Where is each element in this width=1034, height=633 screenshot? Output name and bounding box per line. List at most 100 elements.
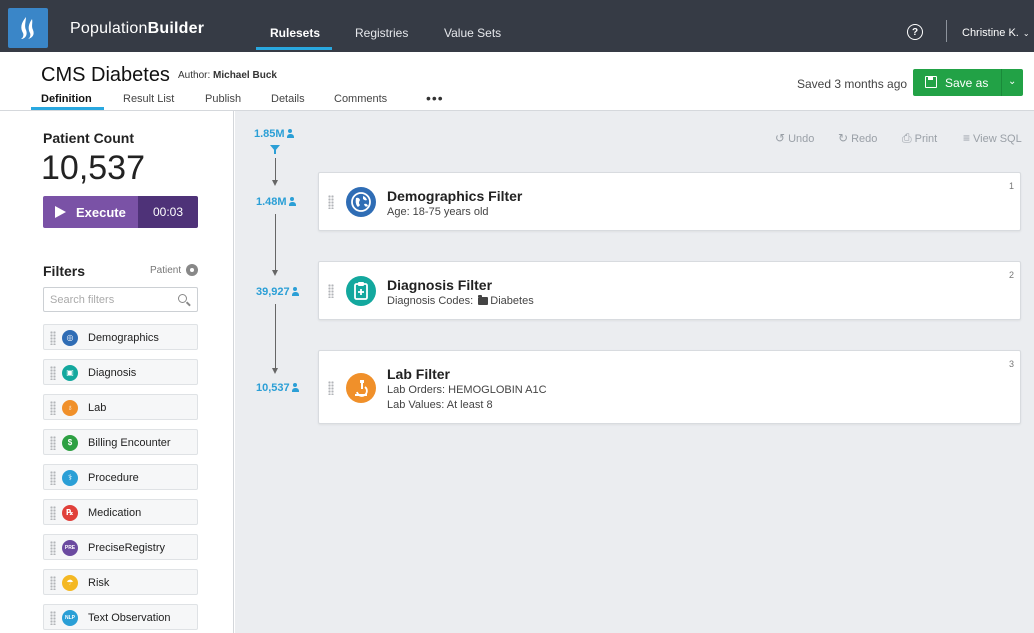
filter-item-lab[interactable]: ♁ Lab bbox=[43, 394, 198, 420]
search-icon[interactable] bbox=[178, 294, 187, 303]
demographics-filter-card[interactable]: Demographics Filter Age: 18-75 years old… bbox=[318, 172, 1021, 231]
lab-filter-card[interactable]: Lab Filter Lab Orders: HEMOGLOBIN A1C La… bbox=[318, 350, 1021, 424]
redo-label: Redo bbox=[851, 133, 878, 145]
flow-connector bbox=[275, 158, 276, 180]
procedure-icon: ⚕ bbox=[62, 470, 78, 486]
tab-definition[interactable]: Definition bbox=[41, 93, 92, 105]
filter-item-procedure[interactable]: ⚕ Procedure bbox=[43, 464, 198, 490]
drag-handle-icon[interactable] bbox=[50, 401, 56, 415]
save-options-chevron-icon[interactable]: ⌄ bbox=[1008, 76, 1016, 87]
nav-active-indicator bbox=[256, 47, 332, 50]
drag-handle-icon[interactable] bbox=[50, 611, 56, 625]
print-button[interactable]: ⎙ Print bbox=[902, 131, 937, 146]
tab-details[interactable]: Details bbox=[271, 93, 305, 105]
card-order-number: 2 bbox=[1008, 270, 1014, 280]
filter-item-label: Diagnosis bbox=[88, 367, 137, 379]
filters-heading: Filters bbox=[43, 263, 86, 279]
nav-registries[interactable]: Registries bbox=[355, 26, 408, 40]
more-tabs-button[interactable]: ••• bbox=[426, 90, 444, 106]
drag-handle-icon[interactable] bbox=[50, 576, 56, 590]
brand-bold: Builder bbox=[147, 20, 205, 37]
filter-item-medication[interactable]: ℞ Medication bbox=[43, 499, 198, 525]
filter-item-demographics[interactable]: ◎ Demographics bbox=[43, 324, 198, 350]
app-brand[interactable]: PopulationBuilder bbox=[70, 20, 204, 38]
execute-button[interactable]: Execute 00:03 bbox=[43, 196, 198, 228]
card-detail: Diagnosis Codes: Diabetes bbox=[387, 295, 534, 307]
view-sql-button[interactable]: ≡ View SQL bbox=[963, 131, 1022, 145]
flow-connector bbox=[275, 214, 276, 270]
flow-connector bbox=[275, 304, 276, 368]
print-label: Print bbox=[914, 133, 938, 145]
flow-arrow-icon bbox=[272, 180, 278, 186]
card-title: Lab Filter bbox=[387, 366, 451, 382]
nav-value-sets[interactable]: Value Sets bbox=[444, 26, 501, 40]
saved-status: Saved 3 months ago bbox=[797, 77, 908, 91]
save-as-button[interactable]: Save as ⌄ bbox=[913, 69, 1023, 96]
drag-handle-icon[interactable] bbox=[50, 471, 56, 485]
flow-count-value: 1.48M bbox=[256, 196, 287, 208]
filter-item-text-observation[interactable]: NLP Text Observation bbox=[43, 604, 198, 630]
card-order-number: 3 bbox=[1008, 359, 1014, 369]
clipboard-icon bbox=[346, 276, 376, 306]
person-icon bbox=[291, 383, 299, 392]
microscope-icon: ♁ bbox=[62, 400, 78, 416]
tab-publish[interactable]: Publish bbox=[205, 93, 241, 105]
diagnosis-codes-label: Diagnosis Codes: bbox=[387, 295, 474, 307]
filter-item-label: PreciseRegistry bbox=[88, 542, 166, 554]
user-menu[interactable]: Christine K. ⌄ bbox=[962, 27, 1030, 39]
save-as-label: Save as bbox=[945, 76, 989, 90]
card-detail: Lab Values: At least 8 bbox=[387, 399, 493, 411]
app-logo-icon[interactable] bbox=[8, 8, 48, 48]
diagnosis-filter-card[interactable]: Diagnosis Filter Diagnosis Codes: Diabet… bbox=[318, 261, 1021, 320]
drag-handle-icon[interactable] bbox=[50, 506, 56, 520]
search-filters-input[interactable] bbox=[43, 287, 198, 312]
execute-main[interactable]: Execute bbox=[43, 196, 138, 228]
microscope-icon bbox=[346, 373, 376, 403]
execute-label: Execute bbox=[76, 205, 126, 220]
filter-item-billing-encounter[interactable]: $ Billing Encounter bbox=[43, 429, 198, 455]
person-icon bbox=[286, 129, 294, 138]
medication-icon: ℞ bbox=[62, 505, 78, 521]
author-name: Michael Buck bbox=[213, 70, 277, 81]
registry-icon: PRE bbox=[62, 540, 78, 556]
brand-light: Population bbox=[70, 20, 148, 37]
gear-icon[interactable] bbox=[186, 264, 198, 276]
filter-item-label: Procedure bbox=[88, 472, 139, 484]
drag-handle-icon[interactable] bbox=[328, 284, 334, 298]
filter-item-label: Medication bbox=[88, 507, 142, 519]
card-title: Demographics Filter bbox=[387, 188, 523, 204]
person-icon bbox=[288, 197, 296, 206]
drag-handle-icon[interactable] bbox=[328, 195, 334, 209]
drag-handle-icon[interactable] bbox=[50, 541, 56, 555]
author-label: Author: bbox=[178, 70, 211, 81]
filter-item-label: Risk bbox=[88, 577, 110, 589]
card-order-number: 1 bbox=[1008, 181, 1014, 191]
folder-icon bbox=[478, 295, 489, 305]
tab-result-list[interactable]: Result List bbox=[123, 93, 174, 105]
filter-item-risk[interactable]: ☂ Risk bbox=[43, 569, 198, 595]
filter-item-diagnosis[interactable]: ▣ Diagnosis bbox=[43, 359, 198, 385]
patient-count-value: 10,537 bbox=[41, 149, 145, 187]
undo-button[interactable]: ↺ Undo bbox=[775, 131, 814, 145]
help-icon[interactable]: ? bbox=[907, 24, 923, 40]
filter-item-preciseregistry[interactable]: PRE PreciseRegistry bbox=[43, 534, 198, 560]
drag-handle-icon[interactable] bbox=[50, 366, 56, 380]
nav-rulesets[interactable]: Rulesets bbox=[270, 26, 320, 40]
patient-count-label: Patient Count bbox=[43, 130, 134, 146]
redo-button[interactable]: ↻ Redo bbox=[838, 131, 877, 145]
page-title: CMS Diabetes bbox=[41, 64, 170, 86]
drag-handle-icon[interactable] bbox=[50, 331, 56, 345]
printer-icon: ⎙ bbox=[902, 131, 912, 145]
drag-handle-icon[interactable] bbox=[50, 436, 56, 450]
tab-comments[interactable]: Comments bbox=[334, 93, 387, 105]
filter-scope-label: Patient bbox=[150, 265, 182, 276]
flow-count-step2: 39,927 bbox=[256, 286, 299, 298]
play-icon bbox=[55, 206, 66, 218]
flow-count-step3: 10,537 bbox=[256, 382, 299, 394]
drag-handle-icon[interactable] bbox=[328, 381, 334, 395]
flow-arrow-icon bbox=[272, 368, 278, 374]
globe-icon: ◎ bbox=[62, 330, 78, 346]
filter-item-label: Billing Encounter bbox=[88, 437, 171, 449]
top-navigation-bar: PopulationBuilder Rulesets Registries Va… bbox=[0, 0, 1034, 52]
card-detail: Age: 18-75 years old bbox=[387, 206, 489, 218]
